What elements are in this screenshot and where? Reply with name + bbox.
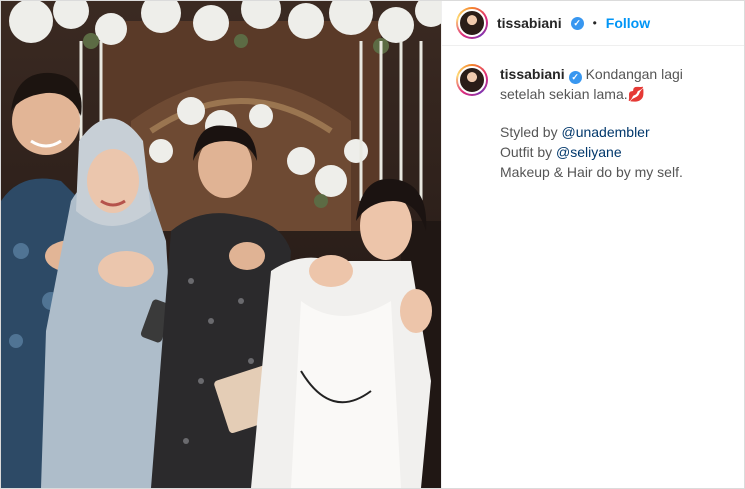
- verified-badge-icon: ✓: [568, 71, 582, 84]
- photo-illustration: [1, 1, 441, 488]
- caption-block: tissabiani ✓ Kondangan lagi setelah sekian…: [442, 46, 744, 182]
- verified-badge-icon: ✓: [570, 16, 584, 30]
- instagram-post: tissabiani ✓ • Follow tissabiani ✓ Kondang…: [0, 0, 745, 489]
- mention-unadembler[interactable]: @unadembler: [561, 124, 649, 140]
- outfit-line: Outfit by @seliyane: [500, 142, 730, 162]
- mention-seliyane[interactable]: @seliyane: [556, 144, 622, 160]
- avatar-image: [458, 66, 486, 94]
- profile-avatar[interactable]: [456, 7, 488, 39]
- caption-username[interactable]: tissabiani: [500, 66, 565, 82]
- styled-line: Styled by @unadembler: [500, 122, 730, 142]
- caption-text: tissabiani ✓ Kondangan lagi setelah sekian…: [500, 64, 730, 182]
- header-username[interactable]: tissabiani: [497, 15, 562, 31]
- follow-button[interactable]: Follow: [606, 15, 650, 31]
- post-photo[interactable]: [1, 1, 441, 488]
- post-header: tissabiani ✓ • Follow: [442, 1, 744, 46]
- kiss-emoji-icon: 💋: [627, 86, 646, 102]
- avatar-image: [458, 9, 486, 37]
- caption-credits: Styled by @unadembler Outfit by @seliyan…: [500, 122, 730, 182]
- post-side-panel: tissabiani ✓ • Follow tissabiani ✓ Kondang…: [441, 1, 744, 488]
- outfit-prefix: Outfit by: [500, 144, 557, 160]
- separator-dot: •: [592, 16, 597, 30]
- styled-prefix: Styled by: [500, 124, 562, 140]
- makeup-line: Makeup & Hair do by my self.: [500, 164, 683, 180]
- caption-avatar[interactable]: [456, 64, 488, 96]
